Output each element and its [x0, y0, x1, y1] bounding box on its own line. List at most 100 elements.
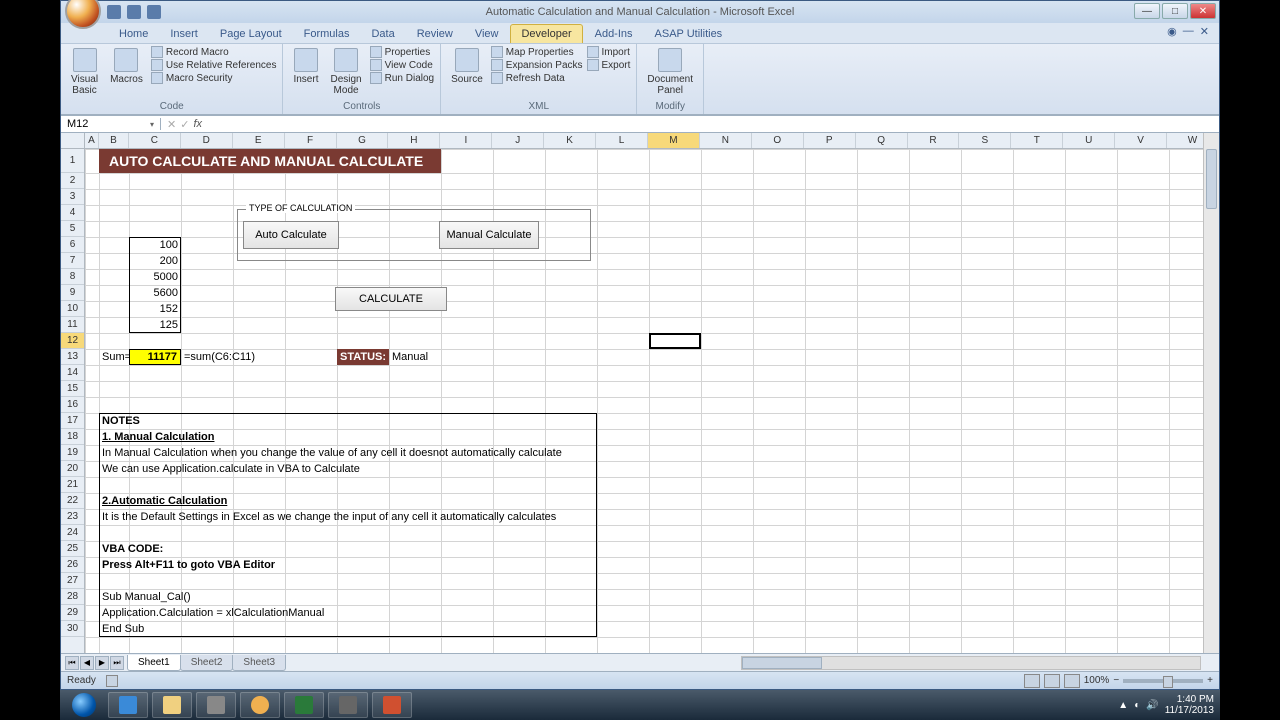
view-code-button[interactable]: View Code [370, 59, 434, 71]
horizontal-scrollbar[interactable] [741, 656, 1201, 670]
col-header[interactable]: M [648, 133, 700, 148]
col-header[interactable]: L [596, 133, 648, 148]
row-header[interactable]: 14 [61, 365, 84, 381]
sheet-nav-first[interactable]: ⏮ [65, 656, 79, 670]
row-header[interactable]: 6 [61, 237, 84, 253]
system-clock[interactable]: 1:40 PM 11/17/2013 [1165, 694, 1214, 716]
col-header[interactable]: Q [856, 133, 908, 148]
ribbon-tab-page-layout[interactable]: Page Layout [210, 25, 292, 43]
ribbon-tab-asap-utilities[interactable]: ASAP Utilities [645, 25, 733, 43]
row-header[interactable]: 28 [61, 589, 84, 605]
taskbar-app[interactable] [196, 692, 236, 718]
row-header[interactable]: 13 [61, 349, 84, 365]
tray-icon[interactable]: ▲ [1118, 700, 1128, 711]
col-header[interactable]: D [181, 133, 233, 148]
calculate-button[interactable]: CALCULATE [335, 287, 447, 311]
row-header[interactable]: 7 [61, 253, 84, 269]
row-header[interactable]: 21 [61, 477, 84, 493]
ribbon-tab-developer[interactable]: Developer [510, 24, 582, 43]
row-header[interactable]: 15 [61, 381, 84, 397]
row-header[interactable]: 4 [61, 205, 84, 221]
view-layout-icon[interactable] [1044, 674, 1060, 688]
ribbon-tab-formulas[interactable]: Formulas [294, 25, 360, 43]
sheet-nav-prev[interactable]: ◀ [80, 656, 94, 670]
row-header[interactable]: 17 [61, 413, 84, 429]
ribbon-tab-add-ins[interactable]: Add-Ins [585, 25, 643, 43]
row-header[interactable]: 3 [61, 189, 84, 205]
col-header[interactable]: C [129, 133, 181, 148]
col-header[interactable]: O [752, 133, 804, 148]
run-dialog-button[interactable]: Run Dialog [370, 72, 434, 84]
ribbon-tab-data[interactable]: Data [361, 25, 404, 43]
quick-access-toolbar[interactable] [107, 5, 161, 19]
row-header[interactable]: 2 [61, 173, 84, 189]
row-header[interactable]: 23 [61, 509, 84, 525]
row-header[interactable]: 30 [61, 621, 84, 637]
close-button[interactable]: ✕ [1190, 3, 1216, 19]
fx-icon[interactable]: fx [193, 118, 202, 130]
row-header[interactable]: 10 [61, 301, 84, 317]
worksheet-grid[interactable]: ABCDEFGHIJKLMNOPQRSTUVW 1234567891011121… [61, 133, 1219, 653]
row-header[interactable]: 12 [61, 333, 84, 349]
col-header[interactable]: K [544, 133, 596, 148]
tray-icon[interactable]: 🔊 [1146, 700, 1158, 711]
zoom-in-button[interactable]: + [1207, 675, 1213, 686]
col-header[interactable]: J [492, 133, 544, 148]
manual-calculate-button[interactable]: Manual Calculate [439, 221, 539, 249]
select-all-corner[interactable] [61, 133, 85, 149]
row-header[interactable]: 11 [61, 317, 84, 333]
design-mode-button[interactable]: Design Mode [326, 46, 365, 98]
col-header[interactable]: N [700, 133, 752, 148]
row-header[interactable]: 1 [61, 149, 84, 173]
row-header[interactable]: 26 [61, 557, 84, 573]
help-icon[interactable]: ◉ [1167, 25, 1177, 38]
zoom-level[interactable]: 100% [1084, 675, 1110, 686]
ribbon-tab-view[interactable]: View [465, 25, 509, 43]
row-header[interactable]: 25 [61, 541, 84, 557]
row-header[interactable]: 20 [61, 461, 84, 477]
ribbon-tab-insert[interactable]: Insert [160, 25, 208, 43]
taskbar-powerpoint[interactable] [372, 692, 412, 718]
col-header[interactable]: G [337, 133, 389, 148]
doc-close-icon[interactable]: ✕ [1200, 25, 1209, 38]
name-box[interactable]: M12 [61, 118, 161, 130]
col-header[interactable]: V [1115, 133, 1167, 148]
expansion-packs-button[interactable]: Expansion Packs [491, 59, 583, 71]
tray-icon[interactable]: ◐ [1134, 700, 1140, 711]
col-header[interactable]: E [233, 133, 285, 148]
column-headers[interactable]: ABCDEFGHIJKLMNOPQRSTUVW [85, 133, 1219, 149]
macros-button[interactable]: Macros [106, 46, 147, 87]
row-header[interactable]: 5 [61, 221, 84, 237]
xml-export-button[interactable]: Export [587, 59, 631, 71]
windows-taskbar[interactable]: ▲ ◐ 🔊 1:40 PM 11/17/2013 [60, 690, 1220, 720]
ribbon-tab-home[interactable]: Home [109, 25, 158, 43]
enter-formula-icon[interactable]: ✓ [180, 118, 189, 131]
relative-refs-button[interactable]: Use Relative References [151, 59, 277, 71]
xml-import-button[interactable]: Import [587, 46, 631, 58]
col-header[interactable]: F [285, 133, 337, 148]
map-properties-button[interactable]: Map Properties [491, 46, 583, 58]
record-macro-button[interactable]: Record Macro [151, 46, 277, 58]
zoom-out-button[interactable]: − [1113, 675, 1119, 686]
xml-source-button[interactable]: Source [447, 46, 487, 87]
sheet-tab[interactable]: Sheet3 [232, 655, 286, 671]
view-normal-icon[interactable] [1024, 674, 1040, 688]
taskbar-explorer[interactable] [152, 692, 192, 718]
cancel-formula-icon[interactable]: ✕ [167, 118, 176, 131]
row-header[interactable]: 16 [61, 397, 84, 413]
properties-button[interactable]: Properties [370, 46, 434, 58]
ribbon-tab-review[interactable]: Review [407, 25, 463, 43]
selected-cell[interactable] [649, 333, 701, 349]
col-header[interactable]: A [85, 133, 99, 148]
row-header[interactable]: 29 [61, 605, 84, 621]
zoom-slider[interactable] [1123, 679, 1203, 683]
taskbar-app2[interactable] [328, 692, 368, 718]
col-header[interactable]: P [804, 133, 856, 148]
sheet-tab[interactable]: Sheet2 [180, 655, 234, 671]
sheet-tab[interactable]: Sheet1 [127, 655, 181, 671]
taskbar-chrome[interactable] [240, 692, 280, 718]
col-header[interactable]: H [388, 133, 440, 148]
vertical-scrollbar[interactable] [1203, 133, 1219, 653]
col-header[interactable]: I [440, 133, 492, 148]
document-panel-button[interactable]: Document Panel [643, 46, 697, 98]
